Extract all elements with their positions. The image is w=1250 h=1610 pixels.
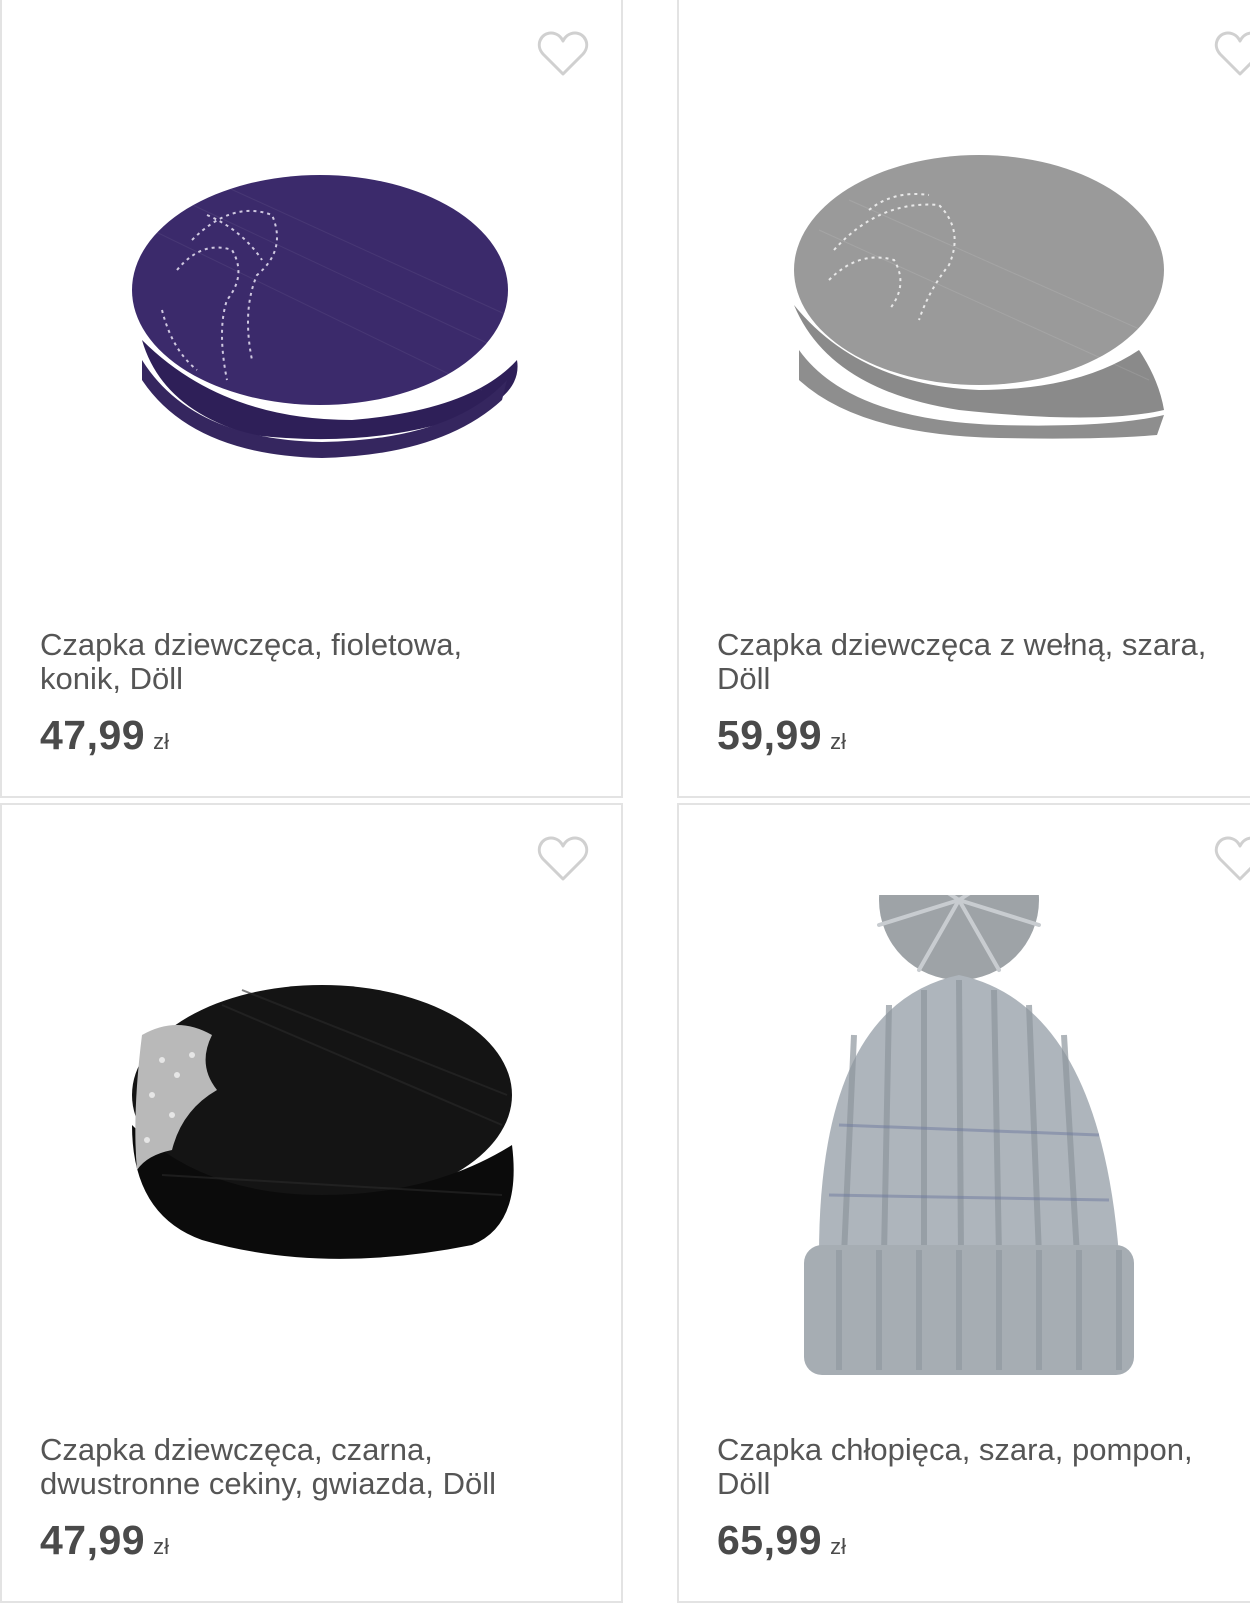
product-card[interactable]: Czapka dziewczęca, fioletowa, konik, Döl… <box>0 0 623 798</box>
currency-label: zł <box>830 1534 846 1559</box>
currency-label: zł <box>153 1534 169 1559</box>
heart-outline-icon[interactable] <box>537 30 589 78</box>
product-price: 59,99 <box>717 712 823 758</box>
heart-outline-icon[interactable] <box>537 835 589 883</box>
product-card[interactable]: Czapka dziewczęca z wełną, szara, Döll 5… <box>677 0 1250 798</box>
product-title[interactable]: Czapka dziewczęca, fioletowa, konik, Döl… <box>40 628 600 696</box>
price-block: 59,99 zł <box>717 712 846 759</box>
product-price: 65,99 <box>717 1517 823 1563</box>
product-price: 47,99 <box>40 712 146 758</box>
heart-outline-icon[interactable] <box>1214 835 1250 883</box>
product-title[interactable]: Czapka dziewczęca, czarna, dwustronne ce… <box>40 1433 600 1501</box>
product-image[interactable] <box>679 895 1250 1375</box>
product-grid: Czapka dziewczęca, fioletowa, konik, Döl… <box>0 0 1250 1610</box>
currency-label: zł <box>830 729 846 754</box>
price-block: 47,99 zł <box>40 1517 169 1564</box>
product-card[interactable]: Czapka dziewczęca, czarna, dwustronne ce… <box>0 803 623 1603</box>
product-image[interactable] <box>2 895 621 1375</box>
heart-outline-icon[interactable] <box>1214 30 1250 78</box>
price-block: 47,99 zł <box>40 712 169 759</box>
product-card[interactable]: Czapka chłopięca, szara, pompon, Döll 65… <box>677 803 1250 1603</box>
product-title[interactable]: Czapka dziewczęca z wełną, szara, Döll <box>717 628 1250 696</box>
product-image[interactable] <box>679 90 1250 570</box>
currency-label: zł <box>153 729 169 754</box>
product-price: 47,99 <box>40 1517 146 1563</box>
product-title[interactable]: Czapka chłopięca, szara, pompon, Döll <box>717 1433 1250 1501</box>
product-image[interactable] <box>2 90 621 570</box>
price-block: 65,99 zł <box>717 1517 846 1564</box>
